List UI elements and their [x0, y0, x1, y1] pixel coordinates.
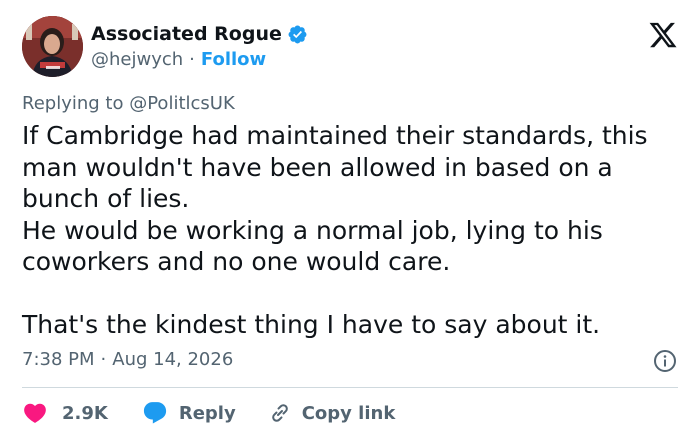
tweet-date: Aug 14, 2026 [112, 348, 234, 370]
handle-separator: · [189, 48, 195, 70]
replying-to-prefix: Replying to [22, 93, 124, 114]
author-display-name[interactable]: Associated Rogue [91, 23, 282, 45]
timestamp-separator: · [100, 348, 107, 370]
follow-button[interactable]: Follow [201, 49, 266, 70]
link-icon [268, 401, 292, 425]
like-button[interactable]: 2.9K [22, 400, 108, 426]
speech-bubble-icon [142, 400, 168, 426]
reply-label: Reply [178, 402, 236, 424]
replying-to: Replying to @PolitlcsUK [22, 93, 235, 114]
tweet-line: That's the kindest thing I have to say a… [22, 310, 601, 339]
avatar[interactable] [22, 16, 83, 77]
tweet-line: If Cambridge had maintained their standa… [22, 121, 648, 150]
like-count: 2.9K [62, 402, 108, 424]
tweet-text: If Cambridge had maintained their standa… [22, 120, 682, 341]
tweet-card: Associated Rogue @hejwych · Follow Reply… [0, 0, 700, 440]
tweet-line: He would be working a normal job, lying … [22, 215, 603, 245]
heart-icon [22, 400, 48, 426]
x-logo-icon[interactable] [648, 20, 678, 50]
divider [22, 387, 678, 388]
copy-link-button[interactable]: Copy link [268, 401, 396, 425]
tweet-timestamp[interactable]: 7:38 PM · Aug 14, 2026 [22, 347, 233, 371]
author-handle-row: @hejwych · Follow [91, 48, 266, 70]
copy-link-label: Copy link [301, 402, 396, 424]
author-handle[interactable]: @hejwych [91, 49, 183, 70]
tweet-line: man wouldn't have been allowed in based … [22, 152, 613, 182]
replying-to-mention[interactable]: @PolitlcsUK [129, 93, 235, 114]
action-bar: 2.9K Reply Copy link [22, 400, 395, 426]
reply-button[interactable]: Reply [142, 400, 236, 426]
info-icon[interactable] [653, 349, 677, 373]
author-name-row: Associated Rogue [91, 22, 308, 46]
tweet-line: coworkers and no one would care. [22, 247, 451, 276]
tweet-line: bunch of lies. [22, 184, 190, 213]
tweet-time: 7:38 PM [22, 348, 95, 370]
verified-badge-icon [287, 24, 308, 45]
